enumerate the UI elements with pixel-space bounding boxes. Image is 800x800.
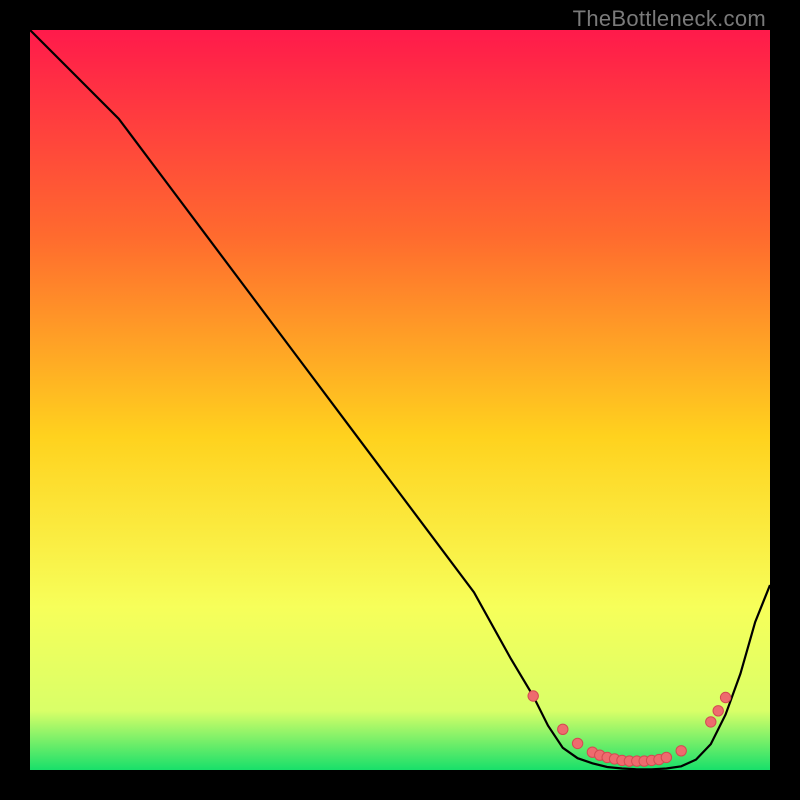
marker-dot: [676, 746, 686, 756]
watermark-text: TheBottleneck.com: [573, 6, 766, 32]
marker-dot: [558, 724, 568, 734]
marker-dot: [713, 706, 723, 716]
gradient-background: [30, 30, 770, 770]
chart-svg: [30, 30, 770, 770]
marker-dot: [661, 752, 671, 762]
marker-dot: [706, 717, 716, 727]
marker-dot: [528, 691, 538, 701]
plot-area: [30, 30, 770, 770]
marker-dot: [572, 738, 582, 748]
marker-dot: [720, 692, 730, 702]
chart-frame: TheBottleneck.com: [0, 0, 800, 800]
